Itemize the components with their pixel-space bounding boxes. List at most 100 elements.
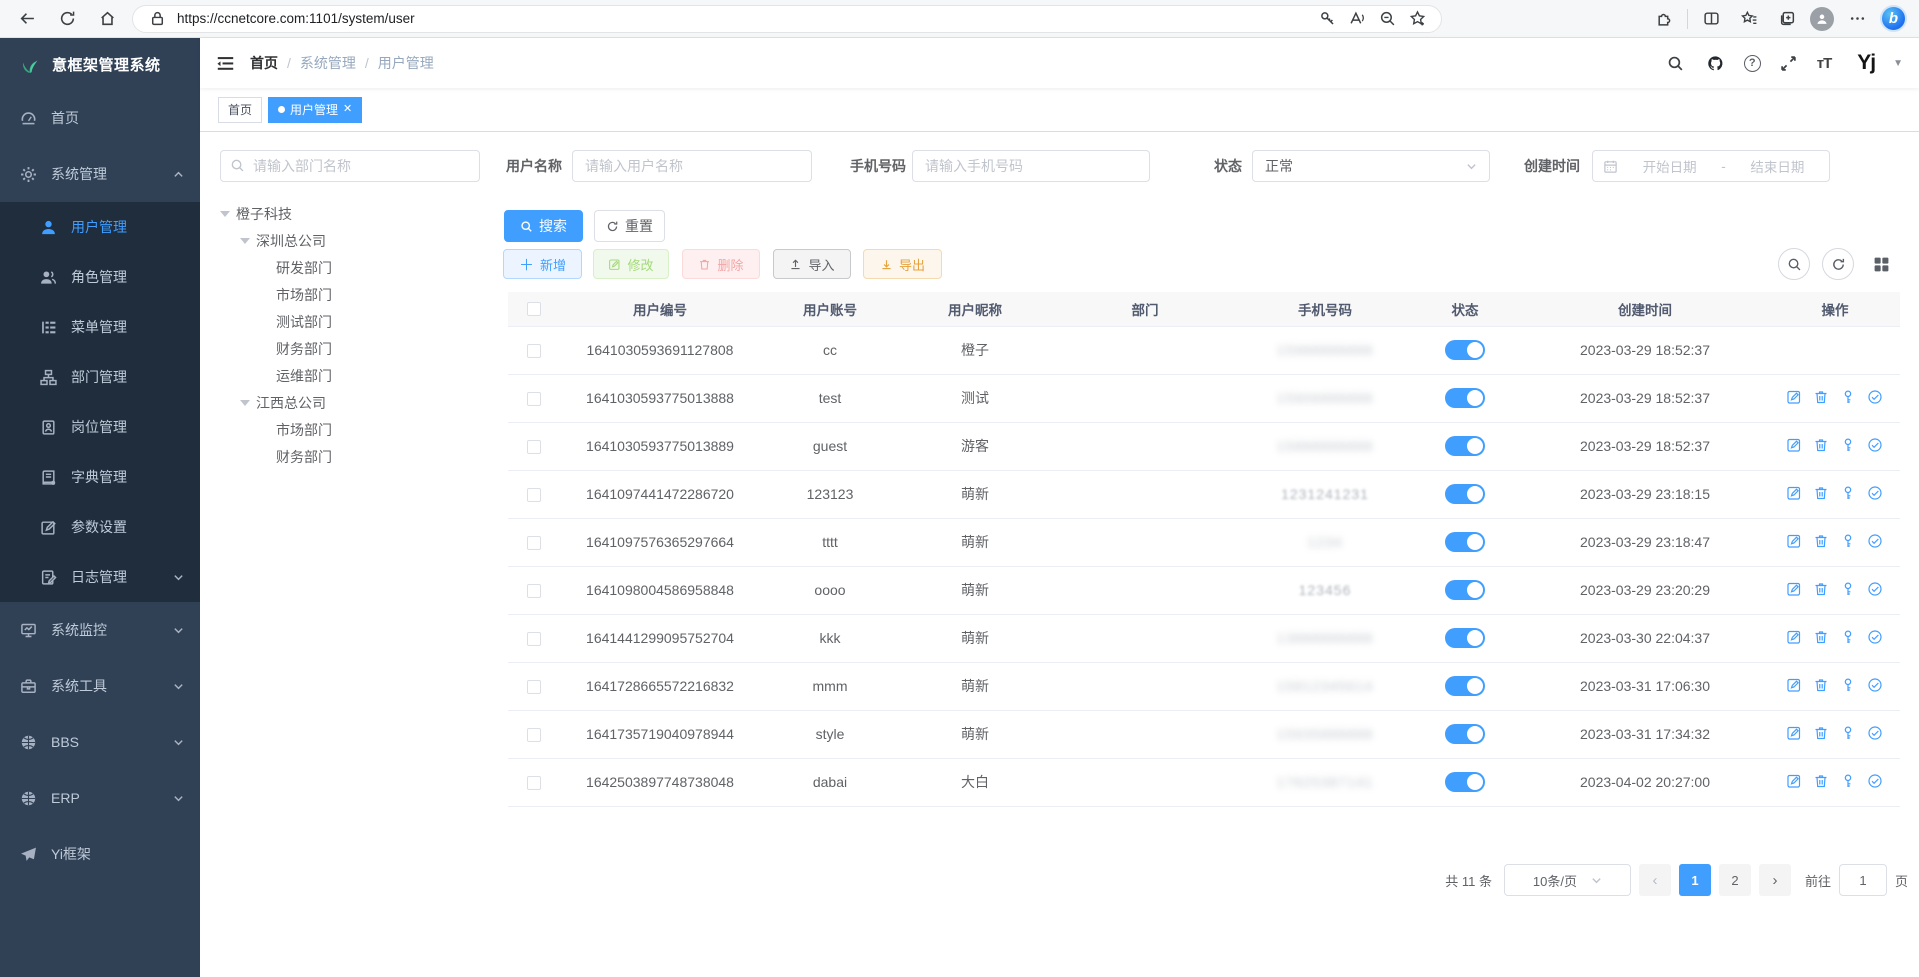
extensions-icon[interactable] [1649,4,1679,34]
sidebar-item-ERP[interactable]: ERP [0,770,200,826]
edit-icon[interactable] [1786,437,1803,454]
edit-icon[interactable] [1786,629,1803,646]
browser-home-icon[interactable] [92,4,122,34]
prev-page-button[interactable]: ‹ [1639,864,1671,896]
assign-role-icon[interactable] [1867,725,1884,742]
tab-首页[interactable]: 首页 [218,97,262,123]
tree-node-研发部门[interactable]: 研发部门 [220,254,490,281]
row-checkbox[interactable] [527,776,541,790]
reset-password-icon[interactable] [1840,629,1857,646]
breadcrumb-item[interactable]: 系统管理 [300,53,356,73]
tree-node-市场部门[interactable]: 市场部门 [220,416,490,443]
page-size-select[interactable]: 10条/页 [1504,864,1631,896]
status-toggle[interactable] [1445,532,1485,552]
reset-password-icon[interactable] [1840,725,1857,742]
browser-back-icon[interactable] [12,4,42,34]
assign-role-icon[interactable] [1867,629,1884,646]
sidebar-item-日志管理[interactable]: 日志管理 [0,552,200,602]
fullscreen-icon[interactable] [1777,51,1801,75]
assign-role-icon[interactable] [1867,437,1884,454]
read-aloud-icon[interactable] [1345,7,1369,31]
row-checkbox[interactable] [527,488,541,502]
tab-用户管理[interactable]: 用户管理✕ [268,97,362,123]
status-select[interactable]: 正常 [1252,150,1490,182]
export-button[interactable]: 导出 [863,249,942,279]
username-input[interactable] [572,150,812,182]
date-range-picker[interactable]: 开始日期 - 结束日期 [1592,150,1830,182]
page-button-2[interactable]: 2 [1719,864,1751,896]
profile-avatar[interactable] [1810,7,1834,31]
reset-password-icon[interactable] [1840,437,1857,454]
tree-expand-icon[interactable] [240,400,250,406]
breadcrumb-item[interactable]: 用户管理 [378,53,434,73]
table-search-toggle-button[interactable] [1778,248,1810,280]
table-refresh-button[interactable] [1822,248,1854,280]
status-toggle[interactable] [1445,676,1485,696]
row-checkbox[interactable] [527,440,541,454]
edit-icon[interactable] [1786,581,1803,598]
tree-expand-icon[interactable] [240,238,250,244]
status-toggle[interactable] [1445,628,1485,648]
collections-add-icon[interactable] [1772,4,1802,34]
edit-icon[interactable] [1786,389,1803,406]
favorites-bar-icon[interactable] [1734,4,1764,34]
delete-icon[interactable] [1813,389,1830,406]
delete-icon[interactable] [1813,773,1830,790]
sidebar-item-部门管理[interactable]: 部门管理 [0,352,200,402]
row-checkbox[interactable] [527,632,541,646]
column-settings-button[interactable] [1868,251,1894,277]
tree-node-市场部门[interactable]: 市场部门 [220,281,490,308]
sidebar-item-角色管理[interactable]: 角色管理 [0,252,200,302]
sidebar-item-系统监控[interactable]: 系统监控 [0,602,200,658]
assign-role-icon[interactable] [1867,773,1884,790]
row-checkbox[interactable] [527,728,541,742]
font-size-icon[interactable]: ᴛT [1817,55,1832,72]
browser-refresh-icon[interactable] [52,4,82,34]
tree-node-财务部门[interactable]: 财务部门 [220,335,490,362]
copilot-icon[interactable]: b [1880,5,1907,32]
reset-password-icon[interactable] [1840,389,1857,406]
row-checkbox[interactable] [527,536,541,550]
edit-icon[interactable] [1786,485,1803,502]
search-button[interactable]: 搜索 [504,210,583,242]
tab-close-icon[interactable]: ✕ [343,104,352,115]
select-all-checkbox[interactable] [527,302,541,316]
assign-role-icon[interactable] [1867,677,1884,694]
row-checkbox[interactable] [527,344,541,358]
row-checkbox[interactable] [527,584,541,598]
sidebar-item-菜单管理[interactable]: 菜单管理 [0,302,200,352]
reset-password-icon[interactable] [1840,773,1857,790]
status-toggle[interactable] [1445,580,1485,600]
row-checkbox[interactable] [527,680,541,694]
sidebar-item-用户管理[interactable]: 用户管理 [0,202,200,252]
status-toggle[interactable] [1445,388,1485,408]
delete-icon[interactable] [1813,533,1830,550]
goto-page-input[interactable] [1839,864,1887,896]
assign-role-icon[interactable] [1867,389,1884,406]
tree-node-测试部门[interactable]: 测试部门 [220,308,490,335]
reset-password-icon[interactable] [1840,533,1857,550]
reset-password-icon[interactable] [1840,485,1857,502]
delete-button[interactable]: 删除 [682,249,760,279]
more-options-icon[interactable] [1842,4,1872,34]
sidebar-item-系统管理[interactable]: 系统管理 [0,146,200,202]
delete-icon[interactable] [1813,437,1830,454]
password-key-icon[interactable] [1315,7,1339,31]
status-toggle[interactable] [1445,340,1485,360]
sidebar-item-岗位管理[interactable]: 岗位管理 [0,402,200,452]
status-toggle[interactable] [1445,724,1485,744]
delete-icon[interactable] [1813,677,1830,694]
assign-role-icon[interactable] [1867,533,1884,550]
tree-node-运维部门[interactable]: 运维部门 [220,362,490,389]
sidebar-item-Yi框架[interactable]: Yi框架 [0,826,200,882]
phone-input[interactable] [912,150,1150,182]
tree-expand-icon[interactable] [220,211,230,217]
status-toggle[interactable] [1445,436,1485,456]
edit-icon[interactable] [1786,533,1803,550]
delete-icon[interactable] [1813,629,1830,646]
page-button-1[interactable]: 1 [1679,864,1711,896]
next-page-button[interactable]: › [1759,864,1791,896]
delete-icon[interactable] [1813,485,1830,502]
url-text[interactable]: https://ccnetcore.com:1101/system/user [177,11,415,26]
reset-button[interactable]: 重置 [594,210,665,242]
